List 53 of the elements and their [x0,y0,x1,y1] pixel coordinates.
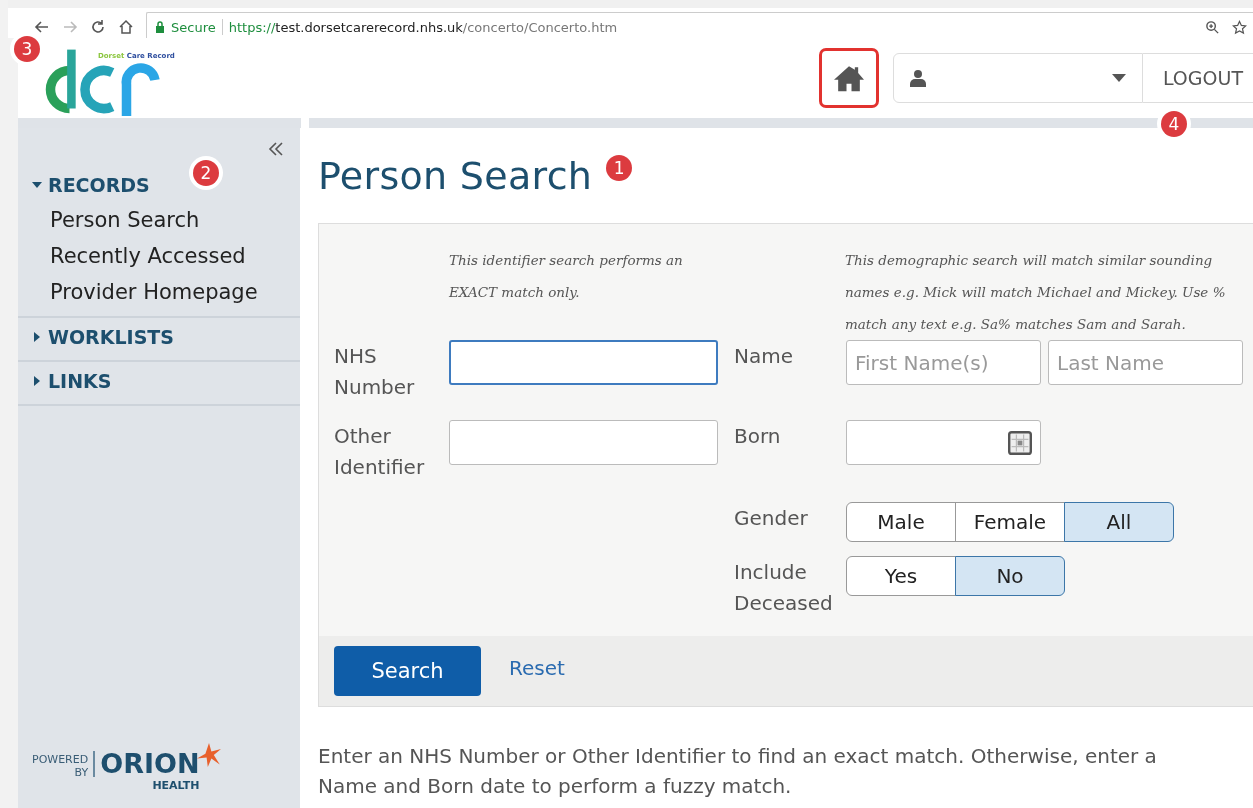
other-identifier-field[interactable] [449,420,718,465]
collapse-icon[interactable] [268,142,284,156]
first-name-field[interactable]: First Name(s) [846,340,1041,385]
caret-right-icon [32,332,42,342]
field-label: Include Deceased [734,559,834,617]
sidebar-item[interactable]: Person Search [18,202,200,238]
field-label: Gender [734,505,809,532]
powered-by-text: POWERED BY [32,753,89,779]
back-icon[interactable] [34,19,50,35]
secure-label: Secure [171,19,216,35]
gender-option[interactable]: All [1064,502,1174,542]
field-label: NHS Number [334,343,416,401]
nhs-number-field[interactable] [449,340,718,385]
url-text: https://test.dorsetcarerecord.nhs.uk/concerto/Concerto.htm [228,19,619,35]
annotation-badge: 3 [14,36,40,62]
home-button[interactable] [818,48,879,108]
section-header[interactable]: LINKS [18,366,124,398]
date-field[interactable] [846,420,1041,465]
brand-subtitle: HEALTH [152,779,200,792]
field-label: Born [734,423,782,450]
sidebar-item[interactable]: Provider Homepage [18,274,258,310]
deceased-option[interactable]: Yes [846,556,956,596]
star-icon[interactable] [1232,19,1247,35]
field-label: Other Identifier [334,423,426,481]
zoom-icon[interactable] [1205,19,1220,35]
identifier-note: This identifier search performs an EXACT match only. [449,251,684,302]
section-header[interactable]: WORKLISTS [18,322,186,354]
page-title: Person Search [318,153,593,198]
annotation-badge: 4 [1160,111,1187,137]
last-name-field[interactable]: Last Name [1048,340,1243,385]
reload-icon[interactable] [90,19,106,35]
search-button[interactable]: Search [334,646,481,696]
deceased-option[interactable]: No [955,556,1065,596]
sidebar-item[interactable]: Recently Accessed [18,238,246,274]
brand-name: ORION [100,749,200,779]
caret-right-icon [32,376,42,386]
reset-link[interactable]: Reset [509,656,565,680]
demographic-note: This demographic search will match similar sounding names e.g. Mick will match Michael and Mickey. Use % match any text e.g. Sa% matches Sam and Sarah. [845,251,1227,334]
home-icon[interactable] [118,19,134,35]
gender-option[interactable]: Male [846,502,956,542]
field-label: Name [734,343,794,370]
user-icon [909,69,926,87]
caret-down-icon [32,180,42,190]
star-icon [196,743,221,767]
help-text: Enter an NHS Number or Other Identifier to find an exact match. Otherwise, enter a Name and Born date to perform a fuzzy match. [318,743,1158,800]
annotation-badge: 1 [606,154,633,181]
calendar-icon[interactable] [1008,430,1032,455]
section-header[interactable]: RECORDS [18,170,162,202]
lock-icon [155,21,165,33]
annotation-badge: 2 [193,160,219,186]
caret-icon [1111,74,1126,82]
logout-button[interactable]: LOGOUT [1142,53,1253,103]
gender-option[interactable]: Female [955,502,1065,542]
